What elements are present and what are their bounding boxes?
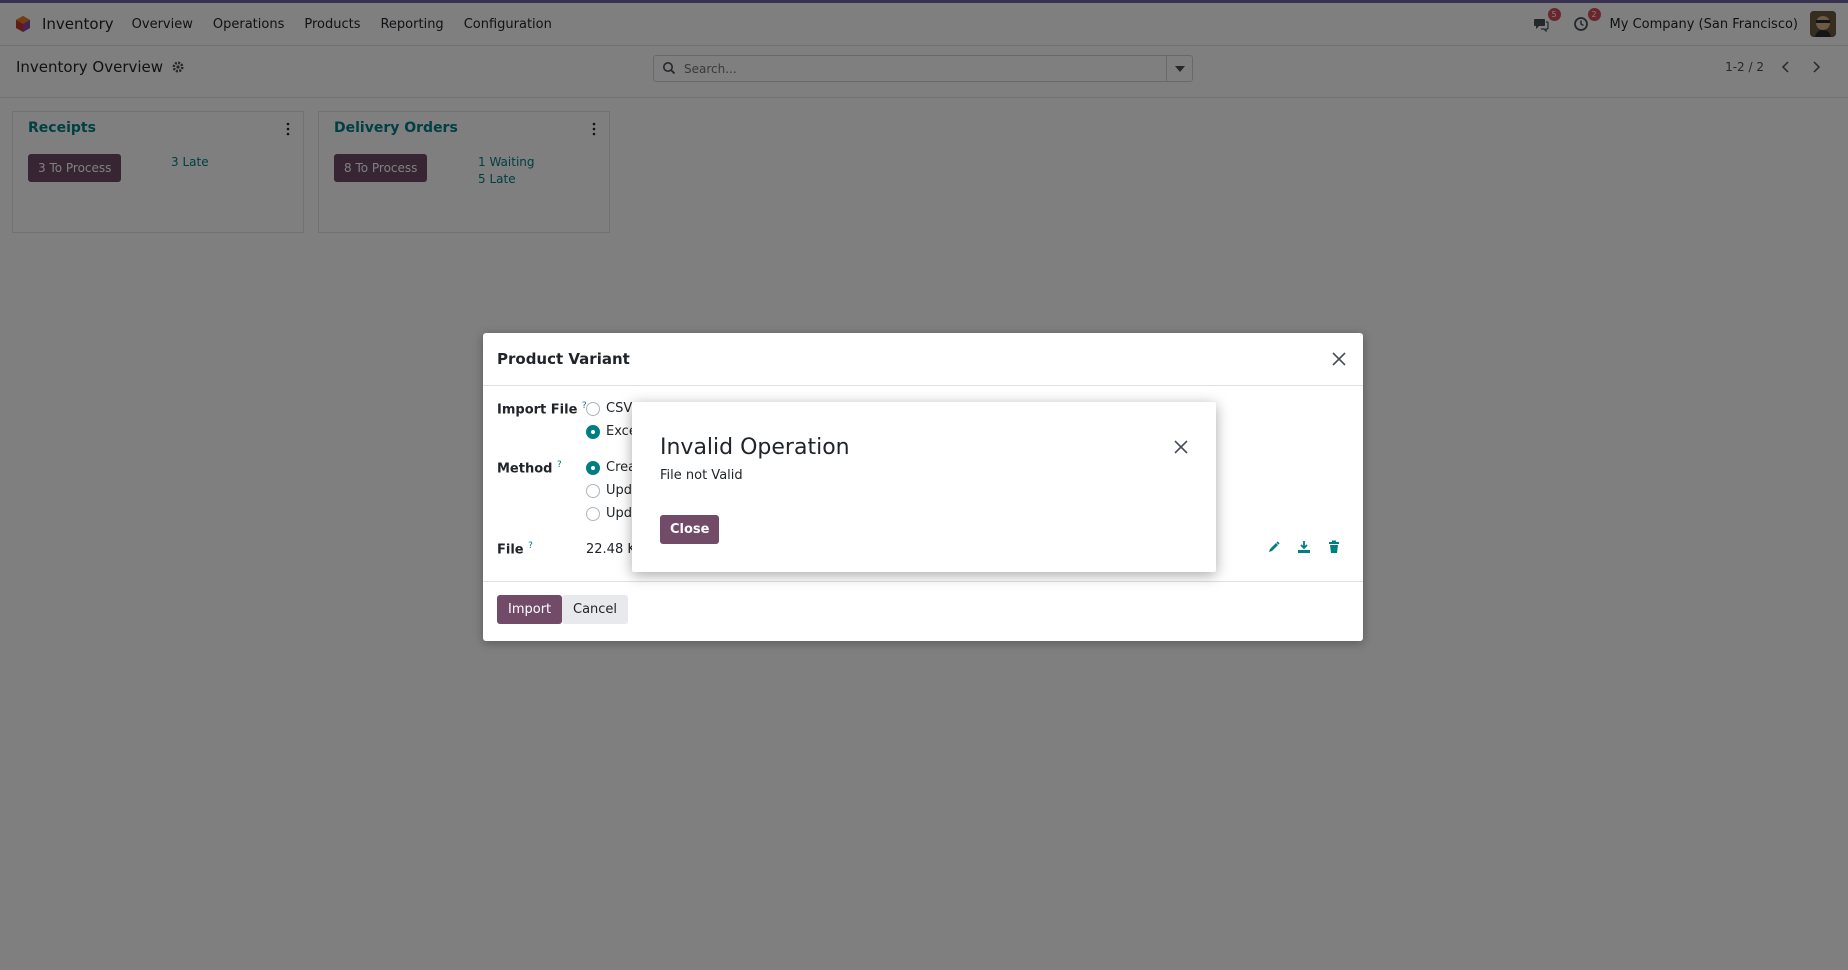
error-dialog-title: Invalid Operation xyxy=(660,435,850,460)
import-dialog-title: Product Variant xyxy=(497,350,630,368)
cancel-button[interactable]: Cancel xyxy=(562,595,629,624)
file-label: File ? xyxy=(497,541,533,558)
radio-button[interactable] xyxy=(586,506,600,521)
radio-button-checked[interactable] xyxy=(586,424,600,439)
download-icon[interactable] xyxy=(1297,540,1313,556)
radio-button[interactable] xyxy=(586,483,600,498)
radio-button-checked[interactable] xyxy=(586,460,600,475)
error-dialog: Invalid Operation File not Valid Close xyxy=(632,402,1216,572)
close-icon[interactable] xyxy=(1329,349,1349,369)
error-message: File not Valid xyxy=(660,468,743,483)
import-dialog-footer: Import Cancel xyxy=(483,581,1363,641)
import-file-label: Import File ? xyxy=(497,401,587,418)
pencil-icon[interactable] xyxy=(1267,540,1283,556)
file-actions xyxy=(1267,540,1343,556)
method-label: Method ? xyxy=(497,460,562,477)
radio-button[interactable] xyxy=(586,401,600,416)
import-file-option-csv[interactable]: CSV xyxy=(586,401,632,416)
close-icon[interactable] xyxy=(1172,438,1190,456)
import-file-option-excel[interactable]: Exce xyxy=(586,424,637,439)
import-dialog-header: Product Variant xyxy=(483,333,1363,386)
import-button[interactable]: Import xyxy=(497,595,563,624)
method-option-create[interactable]: Crea xyxy=(586,460,636,475)
close-button[interactable]: Close xyxy=(660,515,720,544)
trash-icon[interactable] xyxy=(1327,540,1343,556)
